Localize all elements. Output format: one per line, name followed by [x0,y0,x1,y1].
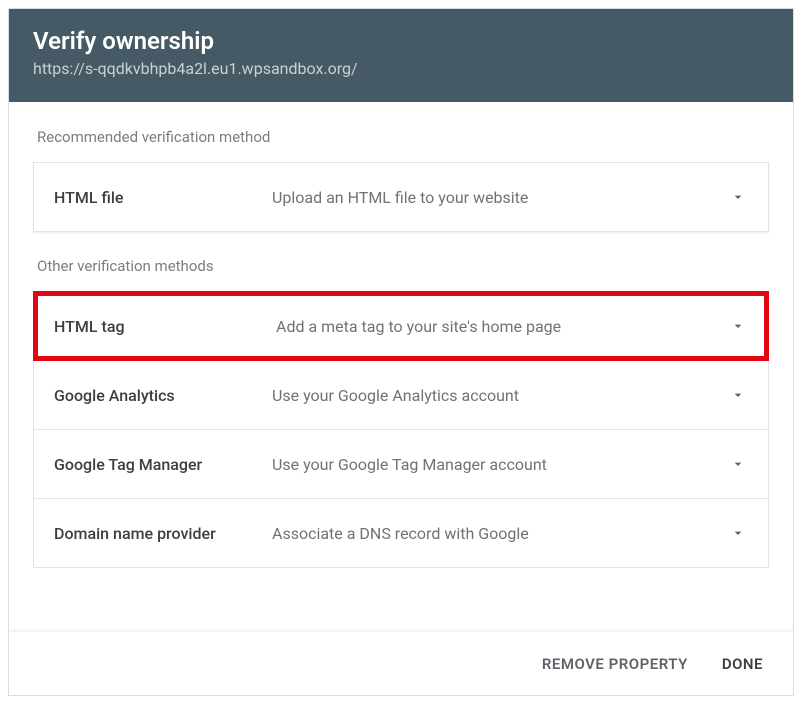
method-desc: Upload an HTML file to your website [272,188,728,207]
method-name: HTML file [54,188,272,207]
verify-ownership-dialog: Verify ownership https://s-qqdkvbhpb4a2l… [8,8,794,696]
method-name: HTML tag [54,317,276,336]
method-desc: Associate a DNS record with Google [272,524,728,543]
dialog-content: Recommended verification method HTML fil… [9,102,793,632]
method-html-tag[interactable]: HTML tag Add a meta tag to your site's h… [33,291,769,361]
dialog-title: Verify ownership [33,27,769,55]
other-methods: HTML tag Add a meta tag to your site's h… [33,291,769,568]
method-domain-name-provider[interactable]: Domain name provider Associate a DNS rec… [33,498,769,568]
method-name: Google Tag Manager [54,455,272,474]
method-google-tag-manager[interactable]: Google Tag Manager Use your Google Tag M… [33,429,769,499]
chevron-down-icon [728,187,748,207]
chevron-down-icon [728,385,748,405]
method-name: Domain name provider [54,524,272,543]
chevron-down-icon [728,316,748,336]
dialog-footer: REMOVE PROPERTY DONE [9,632,793,695]
method-google-analytics[interactable]: Google Analytics Use your Google Analyti… [33,360,769,430]
method-name: Google Analytics [54,386,272,405]
chevron-down-icon [728,523,748,543]
remove-property-button[interactable]: REMOVE PROPERTY [540,651,690,677]
chevron-down-icon [728,454,748,474]
method-desc: Use your Google Tag Manager account [272,455,728,474]
recommended-section-label: Recommended verification method [33,102,769,162]
method-desc: Add a meta tag to your site's home page [276,317,728,336]
method-desc: Use your Google Analytics account [272,386,728,405]
property-url: https://s-qqdkvbhpb4a2l.eu1.wpsandbox.or… [33,59,769,78]
recommended-methods: HTML file Upload an HTML file to your we… [33,162,769,232]
other-section-label: Other verification methods [33,231,769,291]
method-html-file[interactable]: HTML file Upload an HTML file to your we… [33,162,769,232]
done-button[interactable]: DONE [720,651,765,677]
dialog-header: Verify ownership https://s-qqdkvbhpb4a2l… [9,9,793,102]
